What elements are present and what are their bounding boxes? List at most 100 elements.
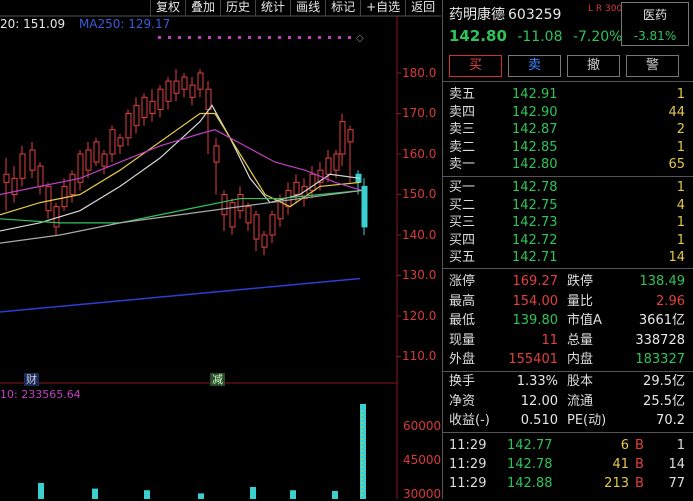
ask-price: 142.87 [512, 122, 558, 137]
ask-volume: 65 [668, 157, 685, 172]
candle-body [253, 214, 260, 240]
ask-price: 142.90 [512, 104, 558, 120]
bid-level-label: 买四 [449, 232, 476, 248]
share-reduction-badge[interactable]: 减 [210, 373, 225, 386]
candle-body [93, 141, 100, 163]
price-axis-tick: 160.0 [402, 147, 437, 161]
toolbar-mark-button[interactable]: 标记 [325, 0, 360, 16]
candle-body [181, 76, 188, 90]
volume-bar [38, 483, 44, 499]
price-axis-tick: 150.0 [402, 187, 437, 201]
stat-label: 涨停 [449, 274, 476, 289]
price-axis-tick: 120.0 [402, 309, 437, 323]
stat-value: 11 [541, 332, 558, 348]
sell-button[interactable]: 卖 [508, 55, 561, 77]
divider [443, 176, 693, 177]
tick-volume: 213 [604, 476, 629, 491]
tick-row[interactable]: 11:29 142.78 41 B 14 [449, 456, 685, 473]
toolbar-stats-button[interactable]: 统计 [255, 0, 290, 16]
cancel-order-button[interactable]: 撤 [567, 55, 620, 77]
tick-side: B [635, 476, 644, 491]
stat-label: 跌停 [567, 274, 594, 289]
candle-body [197, 72, 204, 90]
stat-value: 0.510 [520, 413, 558, 428]
candle-body [85, 149, 92, 171]
stat-label: 最低 [449, 313, 476, 328]
stat-label: 内盘 [567, 352, 594, 367]
kline-chart-area[interactable]: ◇ 复权 叠加 历史 统计 画线 标记 +自选 返回 20: 151.09 MA… [0, 0, 442, 501]
candle-body [157, 88, 164, 110]
kline-chart[interactable]: ◇ [0, 0, 441, 499]
stat-label: 现量 [449, 332, 476, 348]
event-marker-dot [168, 36, 171, 39]
candle-body [333, 153, 340, 171]
toolbar-overlay-button[interactable]: 叠加 [185, 0, 220, 16]
volume-axis-tick: 60000 [403, 419, 442, 433]
divider [443, 432, 693, 433]
toolbar-add-watchlist-button[interactable]: +自选 [360, 0, 405, 16]
event-marker-dot [188, 36, 191, 39]
stat-row: 涨停 169.27 跌停 138.49 [449, 273, 685, 291]
event-marker-dot [178, 36, 181, 39]
stock-name: 药明康德 [449, 7, 505, 23]
stat-value: 155401 [508, 352, 558, 367]
diamond-marker: ◇ [356, 33, 364, 44]
bid-volume: 1 [676, 215, 685, 230]
divider [443, 268, 693, 269]
bid-volume: 1 [676, 232, 685, 248]
event-marker-dot [158, 36, 161, 39]
price-axis-tick: 110.0 [402, 349, 437, 363]
toolbar-back-button[interactable]: 返回 [405, 0, 440, 16]
trade-buttons: 买 卖 撤 警 [449, 55, 679, 77]
stat-row: 换手 1.33% 股本 29.5亿 [449, 373, 685, 391]
stat-value: 29.5亿 [643, 374, 685, 389]
bid-row[interactable]: 买二 142.75 4 [449, 197, 685, 214]
price-line: 142.80 -11.08 -7.20% [449, 27, 622, 45]
bid-price: 142.72 [512, 232, 558, 248]
volume-bar [198, 493, 204, 499]
buy-button[interactable]: 买 [449, 55, 502, 77]
ask-volume: 44 [668, 104, 685, 120]
event-marker-dot [338, 36, 341, 39]
stat-row: 净资 12.00 流通 25.5亿 [449, 393, 685, 411]
ask-level-label: 卖五 [449, 87, 476, 102]
stat-row: 现量 11 总量 338728 [449, 332, 685, 350]
tick-side: B [635, 438, 644, 453]
price-change: -11.08 [517, 29, 563, 45]
candle-body [221, 194, 228, 216]
ma-legend: 20: 151.09 MA250: 129.17 [0, 17, 170, 31]
tick-volume: 6 [620, 438, 629, 453]
stat-value: 12.00 [520, 393, 558, 409]
ask-row[interactable]: 卖二 142.85 1 [449, 139, 685, 156]
candle-body [29, 149, 36, 171]
price-alert-button[interactable]: 警 [626, 55, 679, 77]
ask-row[interactable]: 卖四 142.90 44 [449, 104, 685, 121]
ma20-line [0, 129, 363, 196]
stat-value: 169.27 [512, 274, 559, 289]
toolbar-history-button[interactable]: 历史 [220, 0, 255, 16]
candle-body [309, 173, 316, 191]
tick-row[interactable]: 11:29 142.88 213 B 77 [449, 475, 685, 492]
bid-row[interactable]: 买四 142.72 1 [449, 232, 685, 249]
price-axis-tick: 180.0 [402, 66, 437, 80]
event-marker-dot [288, 36, 291, 39]
bid-row[interactable]: 买三 142.73 1 [449, 214, 685, 231]
ask-volume: 2 [676, 122, 685, 137]
tick-row[interactable]: 11:29 142.77 6 B 1 [449, 437, 685, 454]
financial-report-badge[interactable]: 财 [24, 373, 39, 386]
candle-body [261, 234, 268, 248]
event-marker-dot [218, 36, 221, 39]
ask-row[interactable]: 卖三 142.87 2 [449, 121, 685, 138]
sector-box[interactable]: 医药 -3.81% [621, 2, 689, 46]
stock-title: 药明康德 603259 [449, 4, 561, 24]
chart-toolbar: 复权 叠加 历史 统计 画线 标记 +自选 返回 [150, 0, 440, 16]
toolbar-drawline-button[interactable]: 画线 [290, 0, 325, 16]
bid-row[interactable]: 买五 142.71 14 [449, 249, 685, 266]
stock-code: 603259 [508, 7, 562, 23]
ask-row[interactable]: 卖一 142.80 65 [449, 156, 685, 173]
tick-volume: 41 [612, 457, 629, 472]
bid-row[interactable]: 买一 142.78 1 [449, 179, 685, 196]
ask-row[interactable]: 卖五 142.91 1 [449, 86, 685, 103]
toolbar-fuquan-button[interactable]: 复权 [150, 0, 185, 16]
sector-change: -3.81% [633, 29, 677, 43]
